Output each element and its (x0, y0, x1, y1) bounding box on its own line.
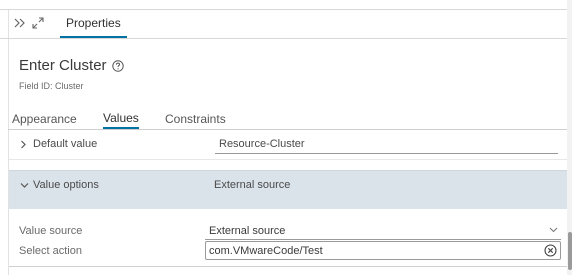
select-action-value: com.VMwareCode/Test (209, 245, 323, 257)
tab-appearance[interactable]: Appearance (12, 108, 77, 129)
clear-circle-icon[interactable] (544, 244, 557, 257)
scrollbar-thumb[interactable] (568, 232, 572, 270)
tab-values[interactable]: Values (103, 108, 139, 129)
default-value-field[interactable]: Resource-Cluster (219, 138, 305, 150)
panel-header: Properties (0, 10, 567, 39)
value-source-label: Value source (19, 225, 83, 237)
field-title-text: Enter Cluster (19, 57, 107, 74)
default-value-underline (215, 153, 558, 154)
value-options-summary: External source (214, 179, 291, 191)
double-chevron-right-icon[interactable] (13, 15, 27, 31)
select-action-input[interactable]: com.VMwareCode/Test (205, 241, 561, 260)
default-value-row[interactable]: Default value Resource-Cluster (9, 130, 567, 160)
value-options-label: Value options (33, 179, 99, 191)
chevron-right-icon[interactable] (20, 140, 27, 149)
section-tabs: Appearance Values Constraints (8, 108, 567, 130)
tab-constraints[interactable]: Constraints (165, 108, 226, 129)
value-source-select[interactable]: External source (209, 225, 285, 237)
default-value-label: Default value (33, 138, 98, 150)
field-id: Field ID: Cluster (19, 81, 84, 91)
chevron-down-icon[interactable] (549, 227, 558, 233)
field-title: Enter Cluster (19, 57, 124, 74)
tab-properties[interactable]: Properties (60, 10, 127, 38)
chevron-down-icon[interactable] (20, 182, 29, 189)
value-options-row[interactable]: Value options External source (9, 170, 567, 209)
select-action-label: Select action (19, 245, 82, 257)
value-source-underline (205, 239, 561, 240)
help-circle-icon[interactable] (111, 59, 124, 72)
expand-arrows-icon[interactable] (31, 15, 45, 31)
